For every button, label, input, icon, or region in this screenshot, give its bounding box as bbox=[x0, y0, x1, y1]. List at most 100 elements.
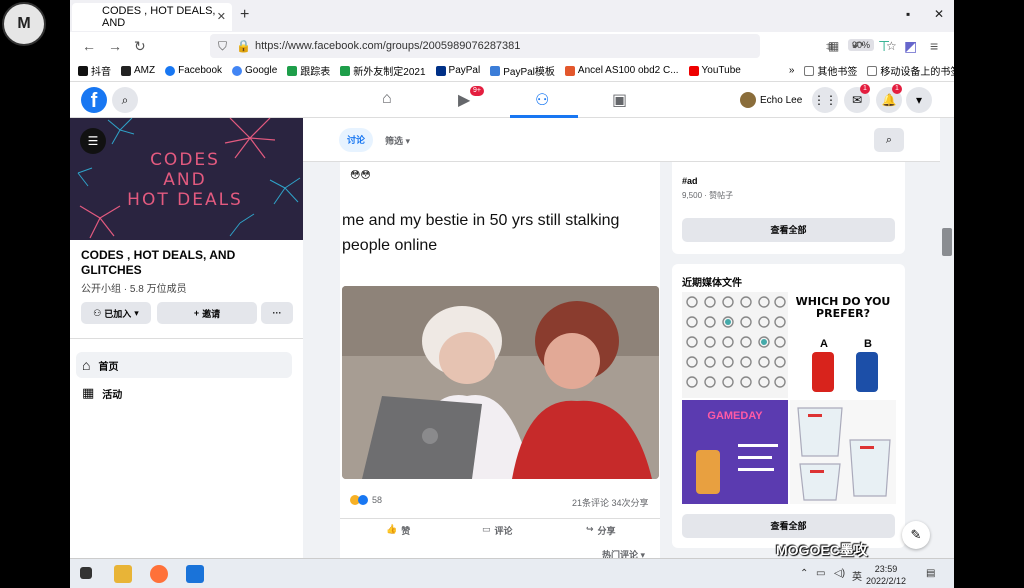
extension-icon[interactable]: ⊤ bbox=[878, 38, 890, 55]
bookmark-paypal-template[interactable]: PayPal模板 bbox=[490, 63, 555, 78]
filter-dropdown[interactable]: 筛选 ▾ bbox=[385, 134, 410, 147]
bookmark-tracking[interactable]: 跟踪表 bbox=[287, 63, 330, 78]
apps-menu-icon[interactable]: ⋮⋮ bbox=[812, 87, 838, 113]
watermark-text: MOGOEC墨攻 bbox=[776, 542, 868, 558]
notification-center-icon[interactable]: ▤ bbox=[926, 568, 935, 579]
group-search-icon[interactable]: ⌕ bbox=[874, 128, 904, 152]
gameday-text: GAMEDAY bbox=[707, 410, 763, 422]
ime-indicator[interactable]: 英 bbox=[852, 568, 862, 583]
new-tab-button[interactable]: + bbox=[240, 6, 249, 24]
ad-card: #ad 9,500 · 赞帖子 查看全部 bbox=[672, 162, 905, 254]
crop-icon[interactable]: ⌗ bbox=[826, 38, 834, 55]
more-button[interactable]: ··· bbox=[261, 302, 293, 324]
undo-icon[interactable]: ↶ bbox=[852, 38, 864, 55]
see-all-media-button[interactable]: 查看全部 bbox=[682, 514, 895, 538]
system-clock[interactable]: 23:59 2022/2/12 bbox=[866, 563, 906, 587]
calendar-icon: ▦ bbox=[82, 385, 95, 400]
groups-icon[interactable]: ⚇ bbox=[535, 90, 549, 110]
list-line bbox=[738, 444, 778, 447]
notifications-badge: 1 bbox=[892, 84, 902, 94]
file-explorer-icon[interactable] bbox=[114, 565, 132, 583]
post-emoji: 😳😳 bbox=[350, 170, 371, 181]
comment-button[interactable]: ▭ 评论 bbox=[482, 524, 513, 537]
minimize-icon[interactable]: ▪ bbox=[906, 7, 910, 21]
forward-icon[interactable]: → bbox=[108, 38, 122, 54]
mascot-figure bbox=[696, 450, 720, 494]
share-button[interactable]: ↪ 分享 bbox=[586, 524, 616, 537]
new-post-edit-icon[interactable]: ✎ bbox=[902, 521, 930, 549]
google-icon bbox=[232, 65, 243, 76]
see-all-button[interactable]: 查看全部 bbox=[682, 218, 895, 242]
ad-meta: 9,500 · 赞帖子 bbox=[682, 191, 734, 200]
overflow-icon[interactable]: » bbox=[789, 65, 795, 76]
bookmark-ancel[interactable]: Ancel AS100 obd2 C... bbox=[564, 65, 679, 76]
bookmark-amz[interactable]: AMZ bbox=[121, 65, 155, 76]
comment-share-counts[interactable]: 21条评论 34次分享 bbox=[572, 496, 649, 509]
joined-button[interactable]: ⚇ 已加入 ▾ bbox=[81, 302, 151, 324]
reaction-summary[interactable]: 58 bbox=[350, 495, 382, 505]
windows-start-icon[interactable] bbox=[80, 567, 92, 579]
channel-logo: M bbox=[2, 2, 46, 46]
members-icon: ⚇ bbox=[93, 307, 102, 318]
chevron-down-icon: ▾ bbox=[134, 307, 139, 318]
feed-post: 😳😳 me and my bestie in 50 yrs still stal… bbox=[340, 162, 660, 560]
sidebar-item-home[interactable]: ⌂ 首页 bbox=[76, 352, 292, 378]
bookmark-google[interactable]: Google bbox=[232, 65, 277, 76]
media-which[interactable]: WHICH DO YOU PREFER? A B bbox=[790, 292, 896, 398]
lock-icon[interactable]: 🔒 bbox=[236, 39, 251, 53]
scrollbar-thumb[interactable] bbox=[942, 228, 952, 256]
url-bar[interactable]: ⛉ 🔒 https://www.facebook.com/groups/2005… bbox=[210, 34, 897, 58]
shop-icon bbox=[564, 65, 575, 76]
browser-tab[interactable]: CODES , HOT DEALS, AND ✕ bbox=[72, 3, 232, 31]
left-black-border bbox=[0, 0, 70, 588]
post-image[interactable] bbox=[342, 286, 659, 479]
bookmark-douyin[interactable]: 抖音 bbox=[78, 63, 111, 78]
gaming-icon[interactable]: ▣ bbox=[612, 90, 627, 110]
facebook-logo-icon[interactable]: f bbox=[81, 87, 107, 113]
sidebar-item-events[interactable]: ▦ 活动 bbox=[76, 380, 292, 406]
watch-icon[interactable]: ▶ bbox=[458, 90, 470, 110]
amazon-icon bbox=[121, 65, 131, 76]
bookmark-facebook[interactable]: Facebook bbox=[165, 65, 222, 76]
bookmark-other[interactable]: 其他书签 bbox=[804, 63, 857, 78]
search-icon[interactable]: ⌕ bbox=[112, 87, 138, 113]
bookmark-youtube[interactable]: YouTube bbox=[688, 65, 741, 76]
post-actions: 👍 赞 ▭ 评论 ↪ 分享 bbox=[340, 518, 660, 540]
media-measuring-cups[interactable] bbox=[790, 400, 896, 504]
firefox-icon[interactable] bbox=[150, 565, 168, 583]
home-icon[interactable]: ⌂ bbox=[382, 90, 392, 108]
invite-button[interactable]: + 邀请 bbox=[157, 302, 257, 324]
right-black-border bbox=[954, 0, 1024, 588]
cover-title: CODES AND HOT DEALS bbox=[127, 150, 243, 210]
extension2-icon[interactable]: ◩ bbox=[904, 38, 917, 55]
menu-icon[interactable]: ≡ bbox=[930, 38, 938, 54]
grid-icon bbox=[490, 65, 501, 76]
tray-chevron-icon[interactable]: ⌃ bbox=[800, 568, 808, 579]
account-menu-icon[interactable]: ▾ bbox=[906, 87, 932, 113]
folder-icon bbox=[804, 65, 815, 76]
page-scrollbar[interactable] bbox=[940, 118, 954, 558]
bookmark-paypal[interactable]: PayPal bbox=[435, 65, 480, 76]
group-name[interactable]: CODES , HOT DEALS, AND GLITCHES bbox=[81, 248, 291, 278]
reload-icon[interactable]: ↻ bbox=[134, 38, 146, 55]
volume-icon[interactable]: ◁) bbox=[834, 568, 845, 579]
bookmark-plan[interactable]: 新外友制定2021 bbox=[340, 63, 426, 78]
measuring-cups-image bbox=[797, 407, 891, 501]
recorder-icon[interactable] bbox=[186, 565, 204, 583]
media-gameday[interactable]: GAMEDAY bbox=[682, 400, 788, 504]
paypal-icon bbox=[435, 65, 446, 76]
list-line bbox=[738, 456, 772, 459]
battery-icon[interactable]: ▭ bbox=[816, 568, 825, 579]
media-rings[interactable] bbox=[682, 292, 788, 398]
post-text: me and my bestie in 50 yrs still stalkin… bbox=[342, 212, 620, 254]
back-icon[interactable]: ← bbox=[82, 38, 96, 54]
shield-icon[interactable]: ⛉ bbox=[218, 39, 227, 54]
like-button[interactable]: 👍 赞 bbox=[386, 524, 410, 537]
profile-link[interactable]: Echo Lee bbox=[740, 92, 802, 108]
bookmark-mobile[interactable]: 移动设备上的书签 bbox=[867, 63, 954, 78]
tab-discussion[interactable]: 讨论 bbox=[339, 128, 374, 152]
cover-menu-icon[interactable]: ☰ bbox=[80, 128, 106, 154]
ad-tag: #ad bbox=[682, 176, 698, 186]
close-tab-icon[interactable]: ✕ bbox=[217, 10, 226, 23]
close-window-icon[interactable]: ✕ bbox=[934, 7, 944, 21]
